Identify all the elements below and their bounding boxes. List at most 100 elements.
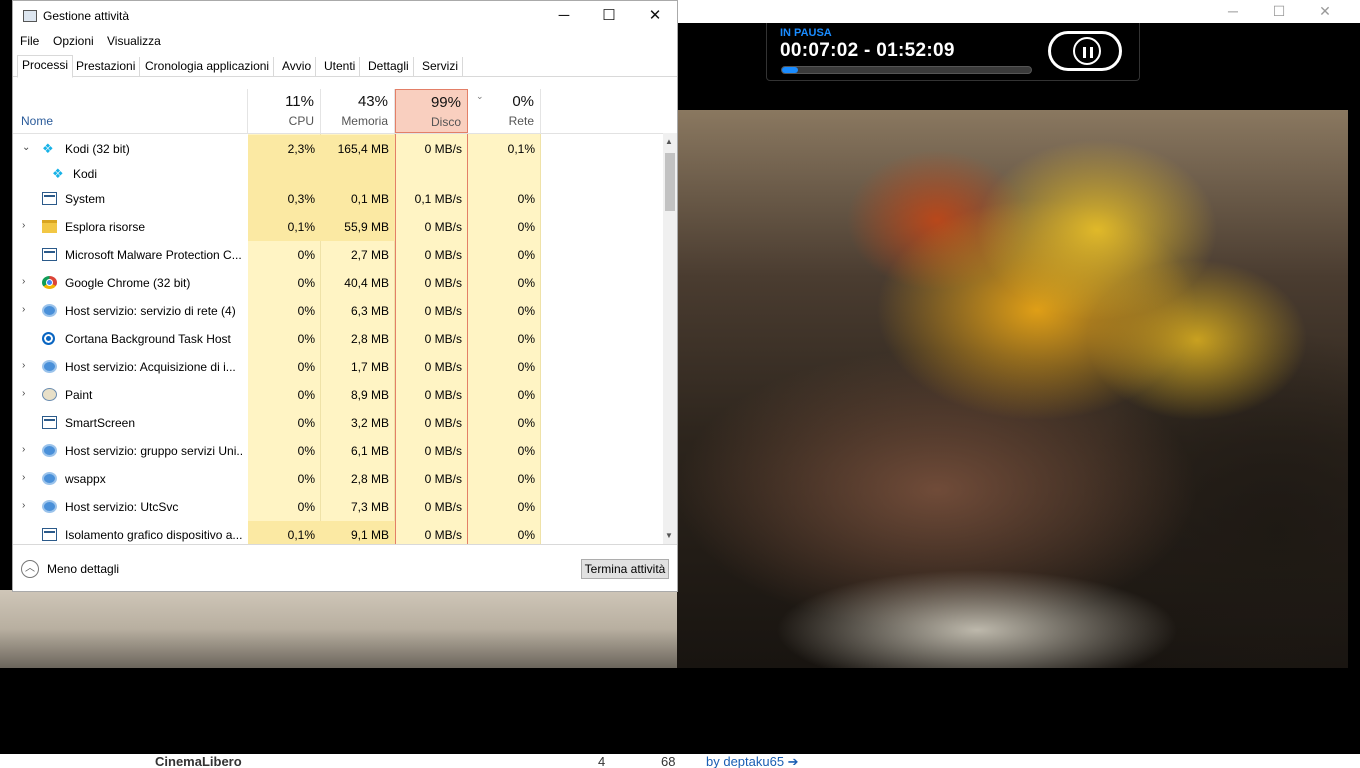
table-row[interactable]: › Paint 0% 8,9 MB 0 MB/s 0% <box>13 381 663 409</box>
cpu-mem-highlight <box>248 160 395 185</box>
column-header-name[interactable]: Nome <box>13 89 248 133</box>
column-header-network[interactable]: 0% Rete <box>468 89 541 133</box>
chevron-right-icon[interactable]: › <box>22 360 25 371</box>
window-icon <box>42 248 57 261</box>
kodi-minimize-button[interactable]: ─ <box>1210 0 1256 23</box>
task-manager-footer: ︿ Meno dettagli Termina attività <box>13 544 677 591</box>
process-net: 0% <box>517 360 535 374</box>
chevron-right-icon[interactable]: › <box>22 276 25 287</box>
disk-percent: 99% <box>430 94 461 111</box>
bottom-count-1: 4 <box>598 754 606 768</box>
table-row[interactable]: ❖ Kodi <box>13 160 663 188</box>
chevron-right-icon[interactable]: › <box>22 472 25 483</box>
maximize-button[interactable]: ☐ <box>586 1 632 31</box>
process-mem: 8,9 MB <box>350 388 389 402</box>
process-mem: 55,9 MB <box>344 220 389 234</box>
less-details-link[interactable]: Meno dettagli <box>47 562 119 576</box>
close-button[interactable]: ✕ <box>632 1 678 31</box>
process-cpu: 0% <box>297 388 315 402</box>
scroll-thumb[interactable] <box>665 153 675 211</box>
chevron-up-icon[interactable]: ︿ <box>21 560 39 578</box>
process-net: 0% <box>517 332 535 346</box>
menu-options[interactable]: Opzioni <box>53 34 94 48</box>
process-net: 0% <box>517 472 535 486</box>
gear-icon <box>42 304 57 317</box>
table-row[interactable]: › Host servizio: UtcSvc 0% 7,3 MB 0 MB/s 0% <box>13 493 663 521</box>
scroll-down-icon[interactable]: ▼ <box>665 531 673 540</box>
process-cpu: 0,1% <box>287 220 315 234</box>
table-row[interactable]: Microsoft Malware Protection C... 0% 2,7 M… <box>13 241 663 269</box>
chevron-right-icon[interactable]: › <box>22 304 25 315</box>
table-row[interactable]: Isolamento grafico dispositivo a... 0,1% 9… <box>13 521 663 544</box>
tab-services[interactable]: Servizi <box>418 57 464 77</box>
tab-performance[interactable]: Prestazioni <box>72 57 141 77</box>
process-cpu: 0% <box>297 360 315 374</box>
menu-file[interactable]: File <box>20 34 39 48</box>
table-row[interactable]: › Google Chrome (32 bit) 0% 40,4 MB 0 MB/s 0% <box>13 269 663 297</box>
scrollbar[interactable]: ▲ ▼ <box>663 133 677 544</box>
kodi-close-button[interactable]: ✕ <box>1302 0 1348 23</box>
end-task-button[interactable]: Termina attività <box>581 559 669 579</box>
tab-details[interactable]: Dettagli <box>364 57 414 77</box>
column-header-memory[interactable]: 43% Memoria <box>321 89 395 133</box>
process-disk: 0 MB/s <box>424 416 462 430</box>
chevron-right-icon[interactable]: › <box>22 444 25 455</box>
cpu-label: CPU <box>288 114 314 128</box>
process-name: Host servizio: UtcSvc <box>65 500 179 514</box>
process-name: Paint <box>65 388 93 402</box>
kodi-icon: ❖ <box>42 141 54 156</box>
process-name: Esplora risorse <box>65 220 146 234</box>
task-manager-window: Gestione attività ─ ☐ ✕ File Opzioni Vis… <box>12 0 678 592</box>
chevron-down-icon[interactable]: ⌄ <box>22 142 30 153</box>
gear-icon <box>42 444 57 457</box>
process-mem: 2,8 MB <box>350 472 389 486</box>
playback-progress-bar[interactable] <box>781 66 1032 74</box>
process-net: 0% <box>517 416 535 430</box>
column-header-cpu[interactable]: 11% CPU <box>248 89 321 133</box>
chevron-right-icon[interactable]: › <box>22 220 25 231</box>
tab-users[interactable]: Utenti <box>320 57 361 77</box>
table-row[interactable]: › Host servizio: gruppo servizi Uni... 0% 6… <box>13 437 663 465</box>
video-frame[interactable] <box>677 110 1348 668</box>
minimize-button[interactable]: ─ <box>541 1 587 31</box>
tab-startup[interactable]: Avvio <box>278 57 317 77</box>
window-icon <box>42 416 57 429</box>
table-row[interactable]: SmartScreen 0% 3,2 MB 0 MB/s 0% <box>13 409 663 437</box>
tab-bar: Processi Prestazioni Cronologia applicaz… <box>13 55 677 78</box>
column-name-label: Nome <box>21 114 54 128</box>
cortana-icon <box>42 332 55 345</box>
kodi-maximize-button[interactable]: ☐ <box>1256 0 1302 23</box>
table-row[interactable]: › Esplora risorse 0,1% 55,9 MB 0 MB/s 0% <box>13 213 663 241</box>
menu-view[interactable]: Visualizza <box>107 34 161 48</box>
process-mem: 40,4 MB <box>344 276 389 290</box>
table-row[interactable]: ⌄ ❖ Kodi (32 bit) 2,3% 165,4 MB 0 MB/s 0,1% <box>13 135 663 163</box>
chrome-icon <box>42 276 57 289</box>
chevron-right-icon[interactable]: › <box>22 388 25 399</box>
process-name: Google Chrome (32 bit) <box>65 276 191 290</box>
table-row[interactable]: System 0,3% 0,1 MB 0,1 MB/s 0% <box>13 185 663 213</box>
playback-time: 00:07:02 - 01:52:09 <box>780 40 955 61</box>
process-name: Kodi (32 bit) <box>65 142 130 156</box>
pause-button[interactable] <box>1048 31 1122 71</box>
chevron-right-icon[interactable]: › <box>22 500 25 511</box>
tab-processes[interactable]: Processi <box>17 55 74 78</box>
column-header-disk[interactable]: 99% Disco <box>395 89 468 133</box>
table-row[interactable]: Cortana Background Task Host 0% 2,8 MB 0 MB… <box>13 325 663 353</box>
process-cpu: 0% <box>297 276 315 290</box>
table-row[interactable]: › wsappx 0% 2,8 MB 0 MB/s 0% <box>13 465 663 493</box>
process-cpu: 0% <box>297 472 315 486</box>
process-disk: 0 MB/s <box>424 528 462 542</box>
tab-app-history[interactable]: Cronologia applicazioni <box>141 57 275 77</box>
table-row[interactable]: › Host servizio: Acquisizione di i... 0% 1,… <box>13 353 663 381</box>
process-disk: 0 MB/s <box>424 360 462 374</box>
process-disk: 0,1 MB/s <box>414 192 462 206</box>
table-row[interactable]: › Host servizio: servizio di rete (4) 0% 6,… <box>13 297 663 325</box>
process-mem: 2,7 MB <box>350 248 389 262</box>
pause-icon <box>1073 37 1101 65</box>
scroll-up-icon[interactable]: ▲ <box>665 137 673 146</box>
process-name: Kodi <box>73 167 98 181</box>
process-net: 0% <box>517 304 535 318</box>
folder-icon <box>42 220 57 233</box>
process-name: Host servizio: Acquisizione di i... <box>65 360 236 374</box>
process-disk: 0 MB/s <box>424 388 462 402</box>
